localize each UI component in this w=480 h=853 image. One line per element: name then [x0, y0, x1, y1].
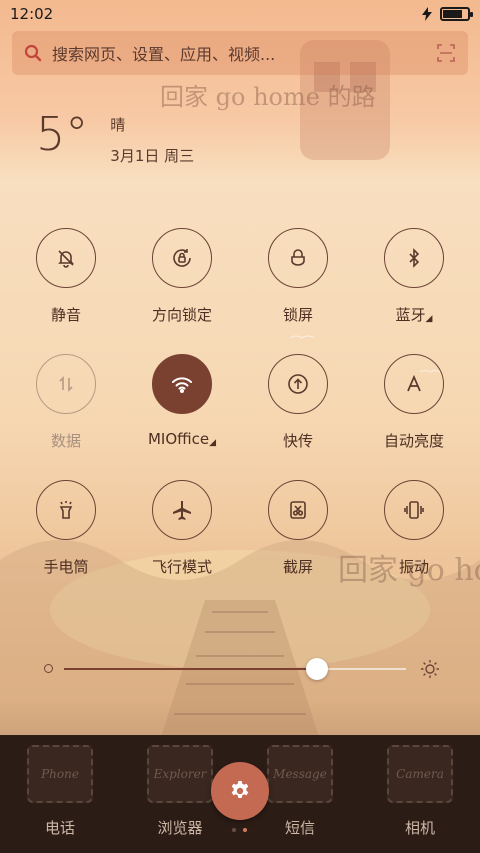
toggle-mute-label: 静音: [50, 306, 81, 324]
dock-app-camera-label: 相机: [404, 819, 435, 837]
toggle-rotation-lock-label: 方向锁定: [151, 306, 212, 324]
rotation-lock-icon: [152, 228, 212, 288]
temperature: 5°: [36, 107, 89, 161]
toggle-airplane-mode-label: 飞行模式: [151, 558, 212, 576]
dock-app-camera[interactable]: Camera 相机: [360, 745, 480, 838]
toggle-lock-screen[interactable]: 锁屏: [240, 228, 356, 324]
camera-app-icon: Camera: [387, 745, 453, 803]
page-dot: [232, 828, 236, 832]
toggle-auto-brightness[interactable]: 自动亮度: [356, 354, 472, 450]
toggle-vibrate[interactable]: 振动: [356, 480, 472, 576]
transfer-icon: [268, 354, 328, 414]
wallpaper-text-top: 回家 go home 的路: [160, 83, 376, 111]
status-bar: 12:02: [0, 0, 480, 28]
search-icon: [24, 44, 42, 62]
search-bar[interactable]: 搜索网页、设置、应用、视频...: [12, 31, 468, 75]
toggle-wifi-label: MIOffice◢: [147, 430, 217, 448]
battery-icon: [440, 7, 473, 21]
toggle-quick-transfer[interactable]: 快传: [240, 354, 356, 450]
brightness-high-icon: [421, 660, 439, 678]
brightness-low-icon: [44, 664, 53, 673]
brightness-thumb[interactable]: [306, 658, 329, 680]
toggle-mobile-data[interactable]: 数据: [8, 354, 124, 450]
toggle-lock-screen-label: 锁屏: [282, 306, 313, 324]
toggle-screenshot[interactable]: 截屏: [240, 480, 356, 576]
toggle-vibrate-label: 振动: [398, 558, 429, 576]
toggle-mute[interactable]: 静音: [8, 228, 124, 324]
toggle-screenshot-label: 截屏: [282, 558, 313, 576]
dock-app-phone[interactable]: Phone 电话: [0, 745, 120, 838]
page-indicator: [232, 828, 247, 832]
bell-off-icon: [36, 228, 96, 288]
screenshot-icon: [268, 480, 328, 540]
toggle-rotation-lock[interactable]: 方向锁定: [124, 228, 240, 324]
messages-app-icon: Message: [267, 745, 333, 803]
status-time: 12:02: [10, 5, 54, 23]
weather-widget[interactable]: 5° 晴 3月1日 周三: [36, 108, 194, 176]
gear-icon: [231, 781, 249, 798]
bluetooth-icon: [384, 228, 444, 288]
brightness-track-fill: [64, 668, 318, 670]
toggle-flashlight[interactable]: 手电筒: [8, 480, 124, 576]
quick-settings-grid: 静音 方向锁定 锁屏 蓝牙◢ 数据 MIOffice◢ 快传 自动亮度 手电筒 …: [8, 228, 472, 576]
weather-date: 3月1日 周三: [110, 147, 195, 165]
auto-brightness-icon: [384, 354, 444, 414]
dock-app-messages-label: 短信: [284, 819, 315, 837]
toggle-wifi[interactable]: MIOffice◢: [124, 354, 240, 450]
toggle-quick-transfer-label: 快传: [282, 432, 313, 450]
toggle-airplane-mode[interactable]: 飞行模式: [124, 480, 240, 576]
scan-icon[interactable]: [436, 43, 456, 63]
toggle-bluetooth[interactable]: 蓝牙◢: [356, 228, 472, 324]
brightness-track[interactable]: [64, 658, 406, 680]
settings-button[interactable]: [211, 762, 269, 820]
page-dot-active: [243, 828, 247, 832]
charging-icon: [422, 7, 432, 21]
airplane-icon: [152, 480, 212, 540]
phone-app-icon: Phone: [27, 745, 93, 803]
brightness-slider[interactable]: [40, 656, 440, 682]
toggle-bluetooth-label: 蓝牙◢: [395, 306, 433, 324]
toggle-auto-brightness-label: 自动亮度: [383, 432, 444, 450]
mobile-data-icon: [36, 354, 96, 414]
vibrate-icon: [384, 480, 444, 540]
dock-app-phone-label: 电话: [44, 819, 75, 837]
lock-icon: [268, 228, 328, 288]
browser-app-icon: Explorer: [147, 745, 213, 803]
dock-app-browser-label: 浏览器: [157, 819, 203, 837]
search-placeholder: 搜索网页、设置、应用、视频...: [52, 45, 276, 64]
toggle-flashlight-label: 手电筒: [43, 558, 89, 576]
flashlight-icon: [36, 480, 96, 540]
toggle-mobile-data-label: 数据: [50, 432, 81, 450]
weather-condition: 晴: [110, 116, 126, 134]
wifi-icon: [152, 354, 212, 414]
